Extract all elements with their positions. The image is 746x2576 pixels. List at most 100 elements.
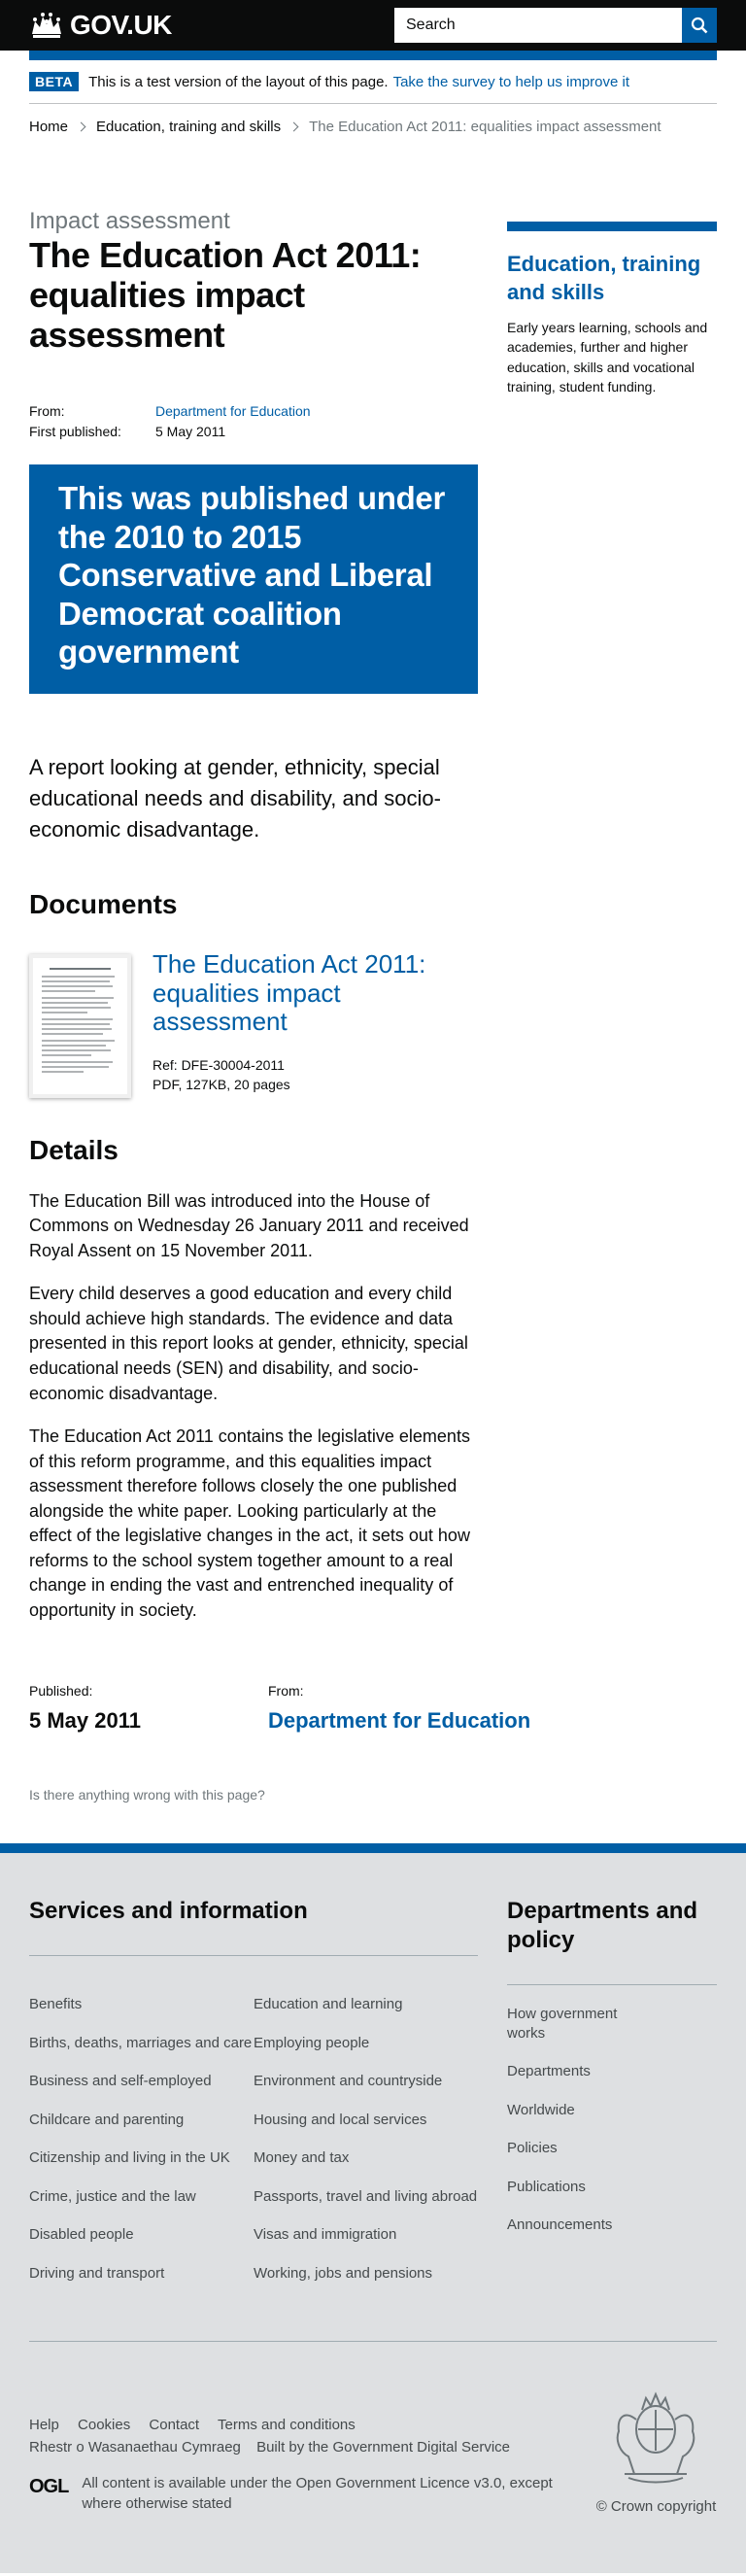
attachment-ref: Ref: DFE-30004-2011	[153, 1057, 285, 1074]
footer-link[interactable]: Worldwide	[507, 2102, 575, 2118]
footer-link[interactable]: Announcements	[507, 2216, 612, 2233]
list-item: Housing and local services	[254, 2111, 478, 2130]
breadcrumb-current: The Education Act 2011: equalities impac…	[309, 118, 661, 135]
footer-link[interactable]: Employing people	[254, 2035, 369, 2051]
metadata: From: Department for Education First pub…	[29, 401, 478, 441]
cookies-link[interactable]: Cookies	[78, 2417, 130, 2433]
welsh-services-link[interactable]: Rhestr o Wasanaethau Cymraeg	[29, 2439, 241, 2456]
footer-link[interactable]: Childcare and parenting	[29, 2112, 184, 2128]
from-value: Department for Education	[268, 1708, 530, 1734]
footer-link[interactable]: Driving and transport	[29, 2265, 164, 2282]
list-item: Driving and transport	[29, 2264, 254, 2284]
footer-link[interactable]: Citizenship and living in the UK	[29, 2149, 230, 2166]
page-summary: A report looking at gender, ethnicity, s…	[29, 755, 441, 841]
sidebar-topic-link[interactable]: Education, training and skills	[507, 251, 717, 306]
footer-link[interactable]: Crime, justice and the law	[29, 2188, 196, 2205]
licence-link[interactable]: Open Government Licence v3.0	[296, 2475, 502, 2491]
related-sidebar: Education, training and skills Early yea…	[507, 222, 717, 1623]
attachment-info: PDF, 127KB, 20 pages	[153, 1076, 290, 1092]
help-link[interactable]: Help	[29, 2417, 59, 2433]
list-item: Births, deaths, marriages and care	[29, 2034, 254, 2053]
divider	[507, 1984, 717, 1986]
meta-published-row: First published: 5 May 2011	[29, 422, 478, 441]
documents-heading: Documents	[29, 888, 178, 919]
departments-list: How government works Departments Worldwi…	[507, 2005, 717, 2235]
sidebar-topic-description: Early years learning, schools and academ…	[507, 320, 708, 395]
main-content: Impact assessment The Education Act 2011…	[29, 149, 717, 1623]
meta-from-link[interactable]: Department for Education	[155, 401, 311, 421]
footer-link[interactable]: Business and self-employed	[29, 2073, 212, 2089]
footer-link[interactable]: Benefits	[29, 1996, 82, 2012]
from-label: From:	[268, 1683, 304, 1700]
document-thumbnail[interactable]	[29, 953, 131, 1098]
breadcrumb-home[interactable]: Home	[29, 119, 68, 135]
beta-tag: BETA	[29, 72, 80, 91]
services-list-2: Education and learning Employing people …	[254, 1975, 478, 2283]
report-problem-link[interactable]: Is there anything wrong with this page?	[29, 1787, 265, 1803]
beta-text: This is a test version of the layout of …	[88, 73, 389, 90]
footer-link[interactable]: Publications	[507, 2179, 586, 2195]
details-paragraph: The Education Bill was introduced into t…	[29, 1190, 469, 1260]
list-item: How government works	[507, 2005, 633, 2043]
list-item: Citizenship and living in the UK	[29, 2148, 254, 2168]
published-col: Published: 5 May 2011	[29, 1683, 268, 1734]
attachment-details: The Education Act 2011: equalities impac…	[153, 949, 478, 1098]
list-item: Announcements	[507, 2215, 633, 2235]
govuk-logo[interactable]: GOV.UK	[29, 10, 172, 41]
header-strip	[29, 51, 717, 60]
list-item: Education and learning	[254, 1995, 478, 2014]
services-section: Services and information Benefits Births…	[29, 1853, 478, 2283]
footer-link[interactable]: Visas and immigration	[254, 2226, 396, 2243]
chevron-right-icon	[76, 121, 86, 131]
details-paragraph: Every child deserves a good education an…	[29, 1284, 468, 1403]
contact-link[interactable]: Contact	[149, 2417, 199, 2433]
list-item: Publications	[507, 2178, 633, 2197]
departments-section: Departments and policy How government wo…	[507, 1853, 717, 2283]
published-label: Published:	[29, 1683, 93, 1700]
crown-icon	[32, 13, 61, 38]
attachment-title-link[interactable]: The Education Act 2011: equalities impac…	[153, 949, 478, 1038]
survey-link[interactable]: Take the survey to help us improve it	[393, 74, 629, 90]
search-button[interactable]	[682, 8, 717, 43]
site-footer: Services and information Benefits Births…	[0, 1843, 746, 2574]
built-by-text: Built by the	[256, 2439, 329, 2456]
breadcrumb-education[interactable]: Education, training and skills	[96, 119, 281, 135]
footer-link[interactable]: Working, jobs and pensions	[254, 2265, 432, 2282]
chevron-right-icon	[288, 121, 299, 131]
search-icon	[691, 17, 708, 34]
terms-link[interactable]: Terms and conditions	[218, 2417, 356, 2433]
attachment-meta: Ref: DFE-30004-2011 PDF, 127KB, 20 pages	[153, 1056, 478, 1094]
footer-link[interactable]: Births, deaths, marriages and care	[29, 2035, 252, 2051]
list-item: Visas and immigration	[254, 2225, 478, 2245]
footer-link[interactable]: Money and tax	[254, 2149, 349, 2166]
list-item: Childcare and parenting	[29, 2111, 254, 2130]
footer-link[interactable]: Disabled people	[29, 2226, 134, 2243]
footer-link[interactable]: Education and learning	[254, 1996, 402, 2012]
list-item: Worldwide	[507, 2101, 633, 2120]
footer-nav: Services and information Benefits Births…	[29, 1853, 717, 2283]
list-item: Policies	[507, 2139, 633, 2158]
meta-published-value: 5 May 2011	[155, 423, 226, 439]
meta-from-row: From: Department for Education	[29, 401, 478, 421]
footer-meta-left: Help Cookies Contact Terms and condition…	[29, 2381, 595, 2515]
copyright: © Crown copyright	[595, 2498, 717, 2516]
footer-link[interactable]: Departments	[507, 2063, 591, 2079]
services-list-1: Benefits Births, deaths, marriages and c…	[29, 1975, 254, 2283]
ogl-logo: OGL	[29, 2476, 69, 2498]
footer-link[interactable]: Environment and countryside	[254, 2073, 442, 2089]
licence-text: All content is available under the Open …	[82, 2473, 595, 2514]
footer-link[interactable]: Passports, travel and living abroad	[254, 2188, 477, 2205]
breadcrumb: Home Education, training and skills The …	[29, 104, 717, 149]
search-input[interactable]: Search	[394, 8, 682, 43]
list-item: Business and self-employed	[29, 2072, 254, 2091]
list-item: Crime, justice and the law	[29, 2187, 254, 2207]
page-title: The Education Act 2011: equalities impac…	[29, 235, 422, 355]
list-item: Departments	[507, 2062, 633, 2081]
footer-link[interactable]: How government works	[507, 2006, 617, 2042]
royal-crest-icon	[616, 2391, 695, 2484]
footer-link[interactable]: Housing and local services	[254, 2112, 426, 2128]
footer-link[interactable]: Policies	[507, 2140, 558, 2156]
divider	[29, 2341, 717, 2343]
department-link[interactable]: Department for Education	[268, 1708, 530, 1733]
gds-link[interactable]: Government Digital Service	[332, 2439, 510, 2456]
